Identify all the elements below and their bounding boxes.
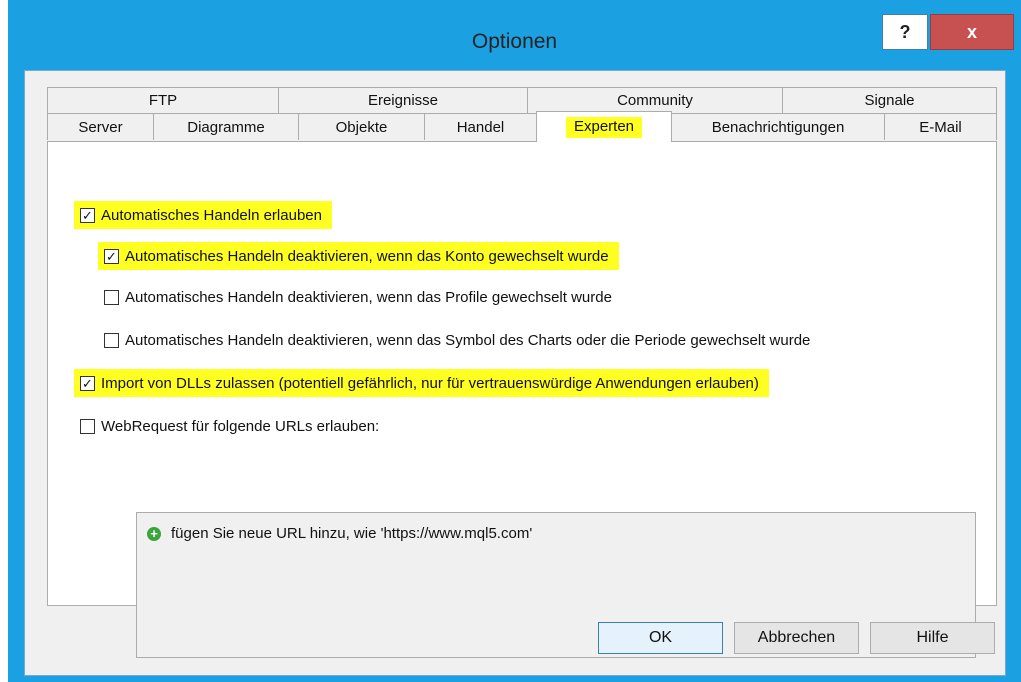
tab-diagramme[interactable]: Diagramme: [153, 113, 299, 140]
add-circle-icon: +: [147, 526, 161, 541]
option-label: Automatisches Handeln deaktivieren, wenn…: [125, 331, 811, 349]
dialog-title: Optionen: [471, 30, 558, 53]
options-dialog: Optionen ? x FTP Ereignisse Community Si…: [8, 0, 1021, 682]
tab-email[interactable]: E-Mail: [884, 113, 997, 140]
add-url-row[interactable]: + fügen Sie neue URL hinzu, wie 'https:/…: [147, 525, 532, 542]
option-label: Automatisches Handeln deaktivieren, wenn…: [125, 288, 612, 306]
option-allow-dll-import[interactable]: ✓ Import von DLLs zulassen (potentiell g…: [74, 369, 769, 397]
add-url-text: fügen Sie neue URL hinzu, wie 'https://w…: [171, 525, 533, 542]
option-label: Automatisches Handeln erlauben: [101, 206, 322, 224]
close-button[interactable]: x: [930, 14, 1014, 50]
help-title-button[interactable]: ?: [882, 14, 928, 50]
option-label: Automatisches Handeln deaktivieren, wenn…: [125, 247, 609, 265]
experten-panel: ✓ Automatisches Handeln erlauben ✓ Autom…: [47, 141, 997, 658]
tab-experten-label: Experten: [565, 116, 643, 138]
help-button[interactable]: Hilfe: [870, 622, 995, 654]
tab-handel[interactable]: Handel: [424, 113, 537, 140]
option-allow-auto-trading[interactable]: ✓ Automatisches Handeln erlauben: [74, 201, 332, 229]
tab-ereignisse[interactable]: Ereignisse: [278, 87, 528, 113]
tab-objekte[interactable]: Objekte: [298, 113, 425, 140]
ok-button[interactable]: OK: [598, 622, 723, 654]
cancel-button[interactable]: Abbrechen: [734, 622, 859, 654]
tab-signale[interactable]: Signale: [782, 87, 997, 113]
checkbox-allow-auto-trading[interactable]: ✓: [80, 207, 95, 223]
tab-benachrichtigungen[interactable]: Benachrichtigungen: [671, 113, 885, 140]
tab-server[interactable]: Server: [47, 113, 154, 140]
tab-community[interactable]: Community: [527, 87, 783, 113]
option-disable-on-profile-change[interactable]: Automatisches Handeln deaktivieren, wenn…: [98, 283, 612, 311]
checkbox-allow-webrequest[interactable]: [80, 418, 95, 434]
tab-experten[interactable]: Experten: [536, 111, 672, 142]
option-label: WebRequest für folgende URLs erlauben:: [101, 417, 380, 435]
checkbox-disable-on-profile-change[interactable]: [104, 289, 119, 305]
option-label: Import von DLLs zulassen (potentiell gef…: [101, 374, 759, 392]
checkbox-disable-on-account-change[interactable]: ✓: [104, 248, 119, 264]
tab-ftp[interactable]: FTP: [47, 87, 279, 113]
dialog-client-area: FTP Ereignisse Community Signale Server …: [24, 70, 1006, 676]
option-disable-on-symbol-change[interactable]: Automatisches Handeln deaktivieren, wenn…: [98, 326, 968, 354]
checkbox-disable-on-symbol-change[interactable]: [104, 332, 119, 348]
option-allow-webrequest[interactable]: WebRequest für folgende URLs erlauben:: [74, 412, 379, 440]
option-disable-on-account-change[interactable]: ✓ Automatisches Handeln deaktivieren, we…: [98, 242, 619, 270]
checkbox-allow-dll-import[interactable]: ✓: [80, 375, 95, 391]
